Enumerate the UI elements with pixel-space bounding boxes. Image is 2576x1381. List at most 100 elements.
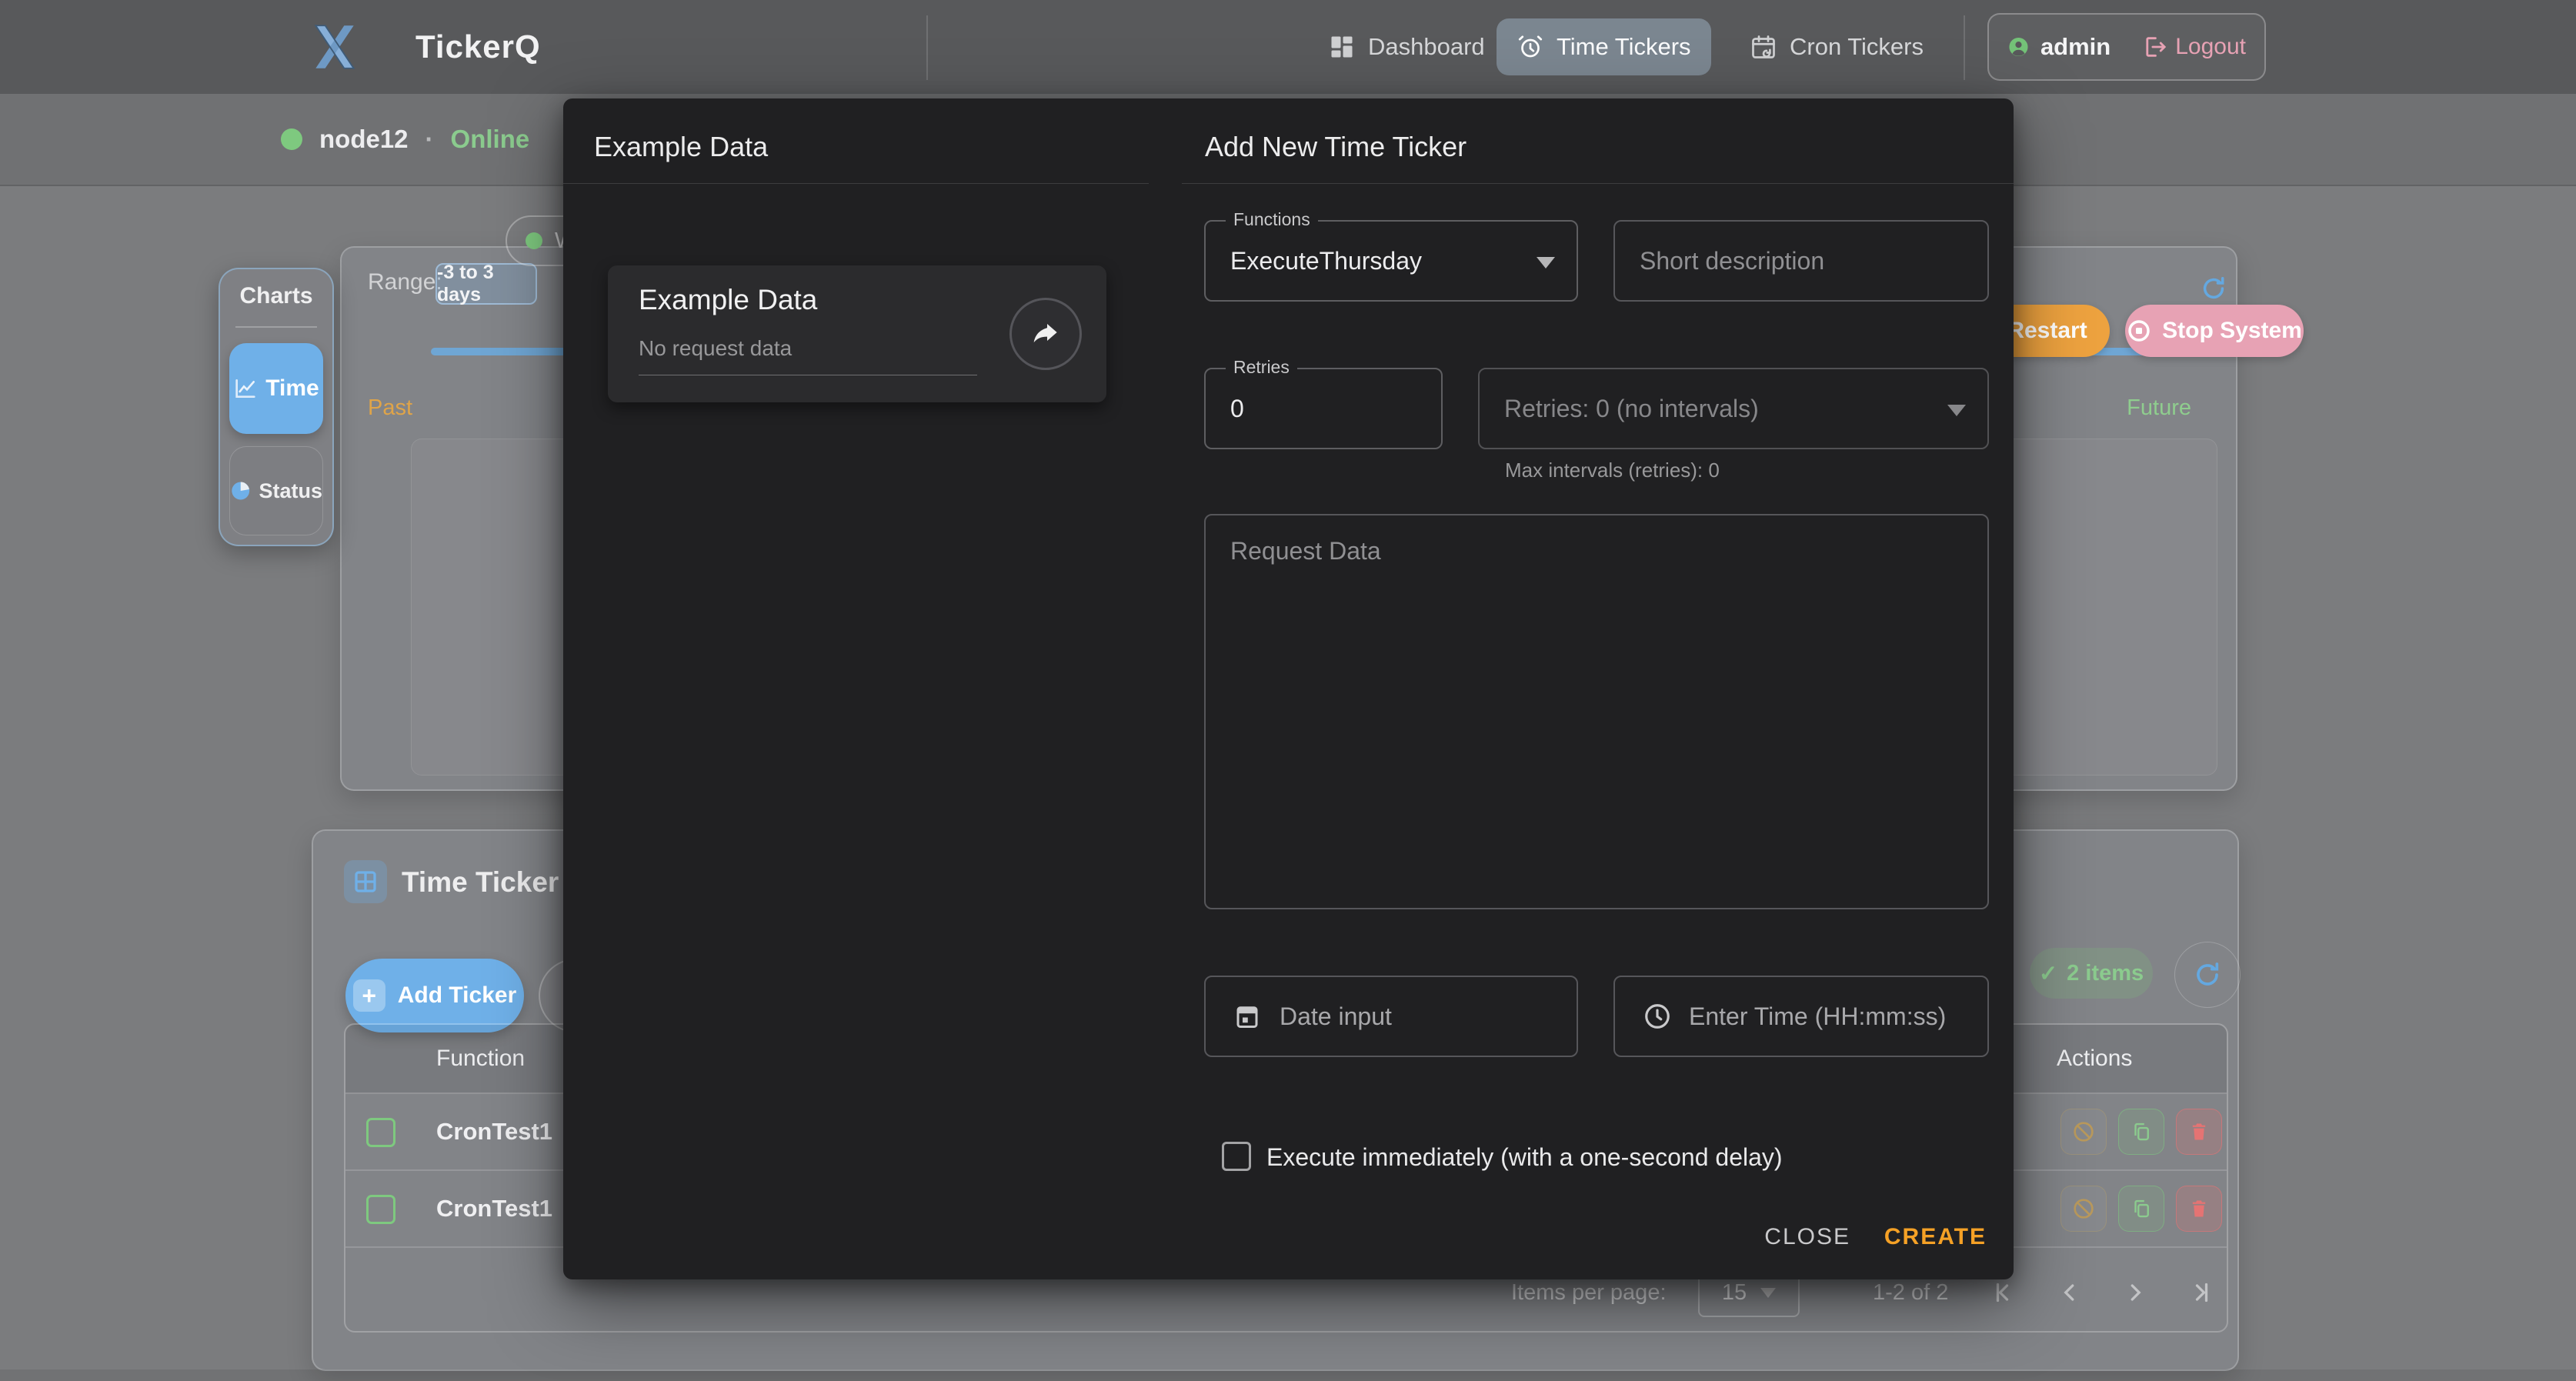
time-placeholder: Enter Time (HH:mm:ss): [1689, 977, 1946, 1056]
example-data-card-subtitle: No request data: [639, 336, 792, 361]
ban-button[interactable]: [2060, 1186, 2107, 1232]
logout-label: Logout: [2175, 34, 2246, 60]
share-icon: [1030, 319, 1061, 349]
chart-refresh-icon[interactable]: [2199, 274, 2228, 303]
date-input[interactable]: Date input: [1204, 976, 1578, 1057]
add-time-ticker-modal: Example Data Example Data No request dat…: [563, 98, 2014, 1279]
duplicate-button[interactable]: [2118, 1109, 2164, 1155]
short-description-input[interactable]: Short description: [1613, 220, 1989, 302]
next-page-icon: [2121, 1279, 2149, 1306]
close-button[interactable]: CLOSE: [1764, 1224, 1850, 1250]
retry-intervals-placeholder: Retries: 0 (no intervals): [1504, 369, 1759, 448]
functions-select[interactable]: Functions ExecuteThursday: [1204, 220, 1578, 302]
delete-button[interactable]: [2176, 1186, 2222, 1232]
ban-icon: [2071, 1119, 2096, 1144]
nav-item-time-tickers[interactable]: Time Tickers: [1497, 18, 1711, 75]
date-placeholder: Date input: [1280, 977, 1392, 1056]
row-checkbox[interactable]: [366, 1118, 395, 1147]
ban-button[interactable]: [2060, 1109, 2107, 1155]
brand-title: TickerQ: [415, 0, 541, 94]
nav-divider: [926, 15, 928, 80]
restart-label: Restart: [2007, 318, 2087, 344]
divider: [235, 326, 317, 328]
items-count-label: 2 items: [2067, 961, 2144, 986]
first-page-icon: [1990, 1279, 2017, 1306]
apply-example-button[interactable]: [1009, 298, 1082, 370]
add-ticker-label: Add Ticker: [398, 982, 517, 1009]
nav-item-label: Time Tickers: [1557, 33, 1691, 61]
function-cell: CronTest1: [436, 1171, 552, 1246]
request-data-textarea[interactable]: Request Data: [1204, 514, 1989, 909]
app-root: TickerQ Dashboard Time Tickers Cron Tick…: [0, 0, 2576, 1381]
nav-item-dashboard[interactable]: Dashboard: [1308, 18, 1505, 75]
example-data-card-title: Example Data: [639, 284, 817, 316]
range-label: Range:: [368, 269, 442, 295]
prev-page-icon: [2056, 1279, 2084, 1306]
create-button[interactable]: CREATE: [1884, 1224, 1987, 1250]
stop-system-button[interactable]: Stop System: [2125, 305, 2304, 357]
logout-icon: [2141, 34, 2167, 60]
dropdown-caret-icon: [1947, 405, 1966, 416]
time-tickers-icon: [1517, 33, 1544, 61]
column-header-function: Function: [436, 1025, 525, 1092]
avatar-icon: [2007, 29, 2030, 65]
retry-intervals-select[interactable]: Retries: 0 (no intervals): [1478, 368, 1989, 449]
delete-button[interactable]: [2176, 1109, 2222, 1155]
execute-immediately-label: Execute immediately (with a one-second d…: [1266, 1143, 1783, 1172]
ws-status-dot: [526, 232, 542, 249]
items-count-badge: ✓ 2 items: [2030, 948, 2153, 999]
logout-button[interactable]: Logout: [2141, 34, 2246, 60]
ban-icon: [2071, 1196, 2096, 1221]
retry-helper-text: Max intervals (retries): 0: [1505, 459, 1720, 482]
column-header-actions: Actions: [2057, 1025, 2132, 1092]
table-icon-badge: [344, 860, 387, 903]
table-refresh-button[interactable]: [2174, 942, 2241, 1008]
time-input[interactable]: Enter Time (HH:mm:ss): [1613, 976, 1989, 1057]
nav-item-cron-tickers[interactable]: Cron Tickers: [1730, 18, 1944, 75]
dashboard-icon: [1328, 33, 1356, 61]
retries-input[interactable]: Retries 0: [1204, 368, 1443, 449]
duplicate-button[interactable]: [2118, 1186, 2164, 1232]
trash-icon: [2188, 1121, 2210, 1142]
top-nav: TickerQ Dashboard Time Tickers Cron Tick…: [0, 0, 2576, 95]
chart-tab-status[interactable]: Status: [229, 446, 323, 535]
next-page-button[interactable]: [2115, 1273, 2155, 1313]
nav-item-label: Cron Tickers: [1790, 33, 1924, 61]
node-status-dot: [281, 128, 302, 150]
items-per-page-value: 15: [1722, 1280, 1747, 1306]
copy-icon: [2130, 1197, 2153, 1220]
short-description-placeholder: Short description: [1640, 222, 1824, 300]
execute-immediately-checkbox[interactable]: [1222, 1142, 1251, 1171]
divider: [1182, 183, 2014, 184]
refresh-icon: [2192, 959, 2223, 990]
dropdown-caret-icon: [1537, 257, 1555, 269]
chart-tab-time[interactable]: Time: [229, 343, 323, 434]
example-data-card[interactable]: Example Data No request data: [608, 265, 1106, 402]
future-label: Future: [2114, 395, 2191, 421]
chart-tab-label: Status: [259, 479, 322, 503]
modal-title: Add New Time Ticker: [1205, 131, 1467, 163]
charts-panel-title: Charts: [220, 283, 332, 309]
stop-icon: [2127, 319, 2151, 343]
last-page-button[interactable]: [2181, 1273, 2221, 1313]
dropdown-caret-icon: [1760, 1288, 1776, 1298]
nav-item-label: Dashboard: [1368, 33, 1485, 61]
user-chip[interactable]: admin Logout: [1987, 13, 2266, 81]
tickerq-logo-icon: [306, 18, 363, 75]
add-ticker-button[interactable]: + Add Ticker: [345, 959, 524, 1032]
divider: [563, 183, 1149, 184]
row-checkbox[interactable]: [366, 1195, 395, 1224]
chart-tab-label: Time: [265, 375, 319, 402]
prev-page-button[interactable]: [2050, 1273, 2090, 1313]
charts-panel: Charts Time Status: [219, 268, 334, 546]
page-bottom-edge: [0, 1369, 2576, 1381]
calendar-icon: [1233, 1002, 1261, 1030]
plus-icon: +: [353, 979, 385, 1012]
pie-chart-icon: [230, 479, 251, 502]
separator: ·: [425, 125, 434, 154]
clock-icon: [1643, 1002, 1672, 1031]
range-chip[interactable]: -3 to 3 days: [435, 263, 537, 305]
trash-icon: [2188, 1198, 2210, 1219]
function-cell: CronTest1: [436, 1094, 552, 1169]
nav-divider: [1964, 15, 1965, 80]
